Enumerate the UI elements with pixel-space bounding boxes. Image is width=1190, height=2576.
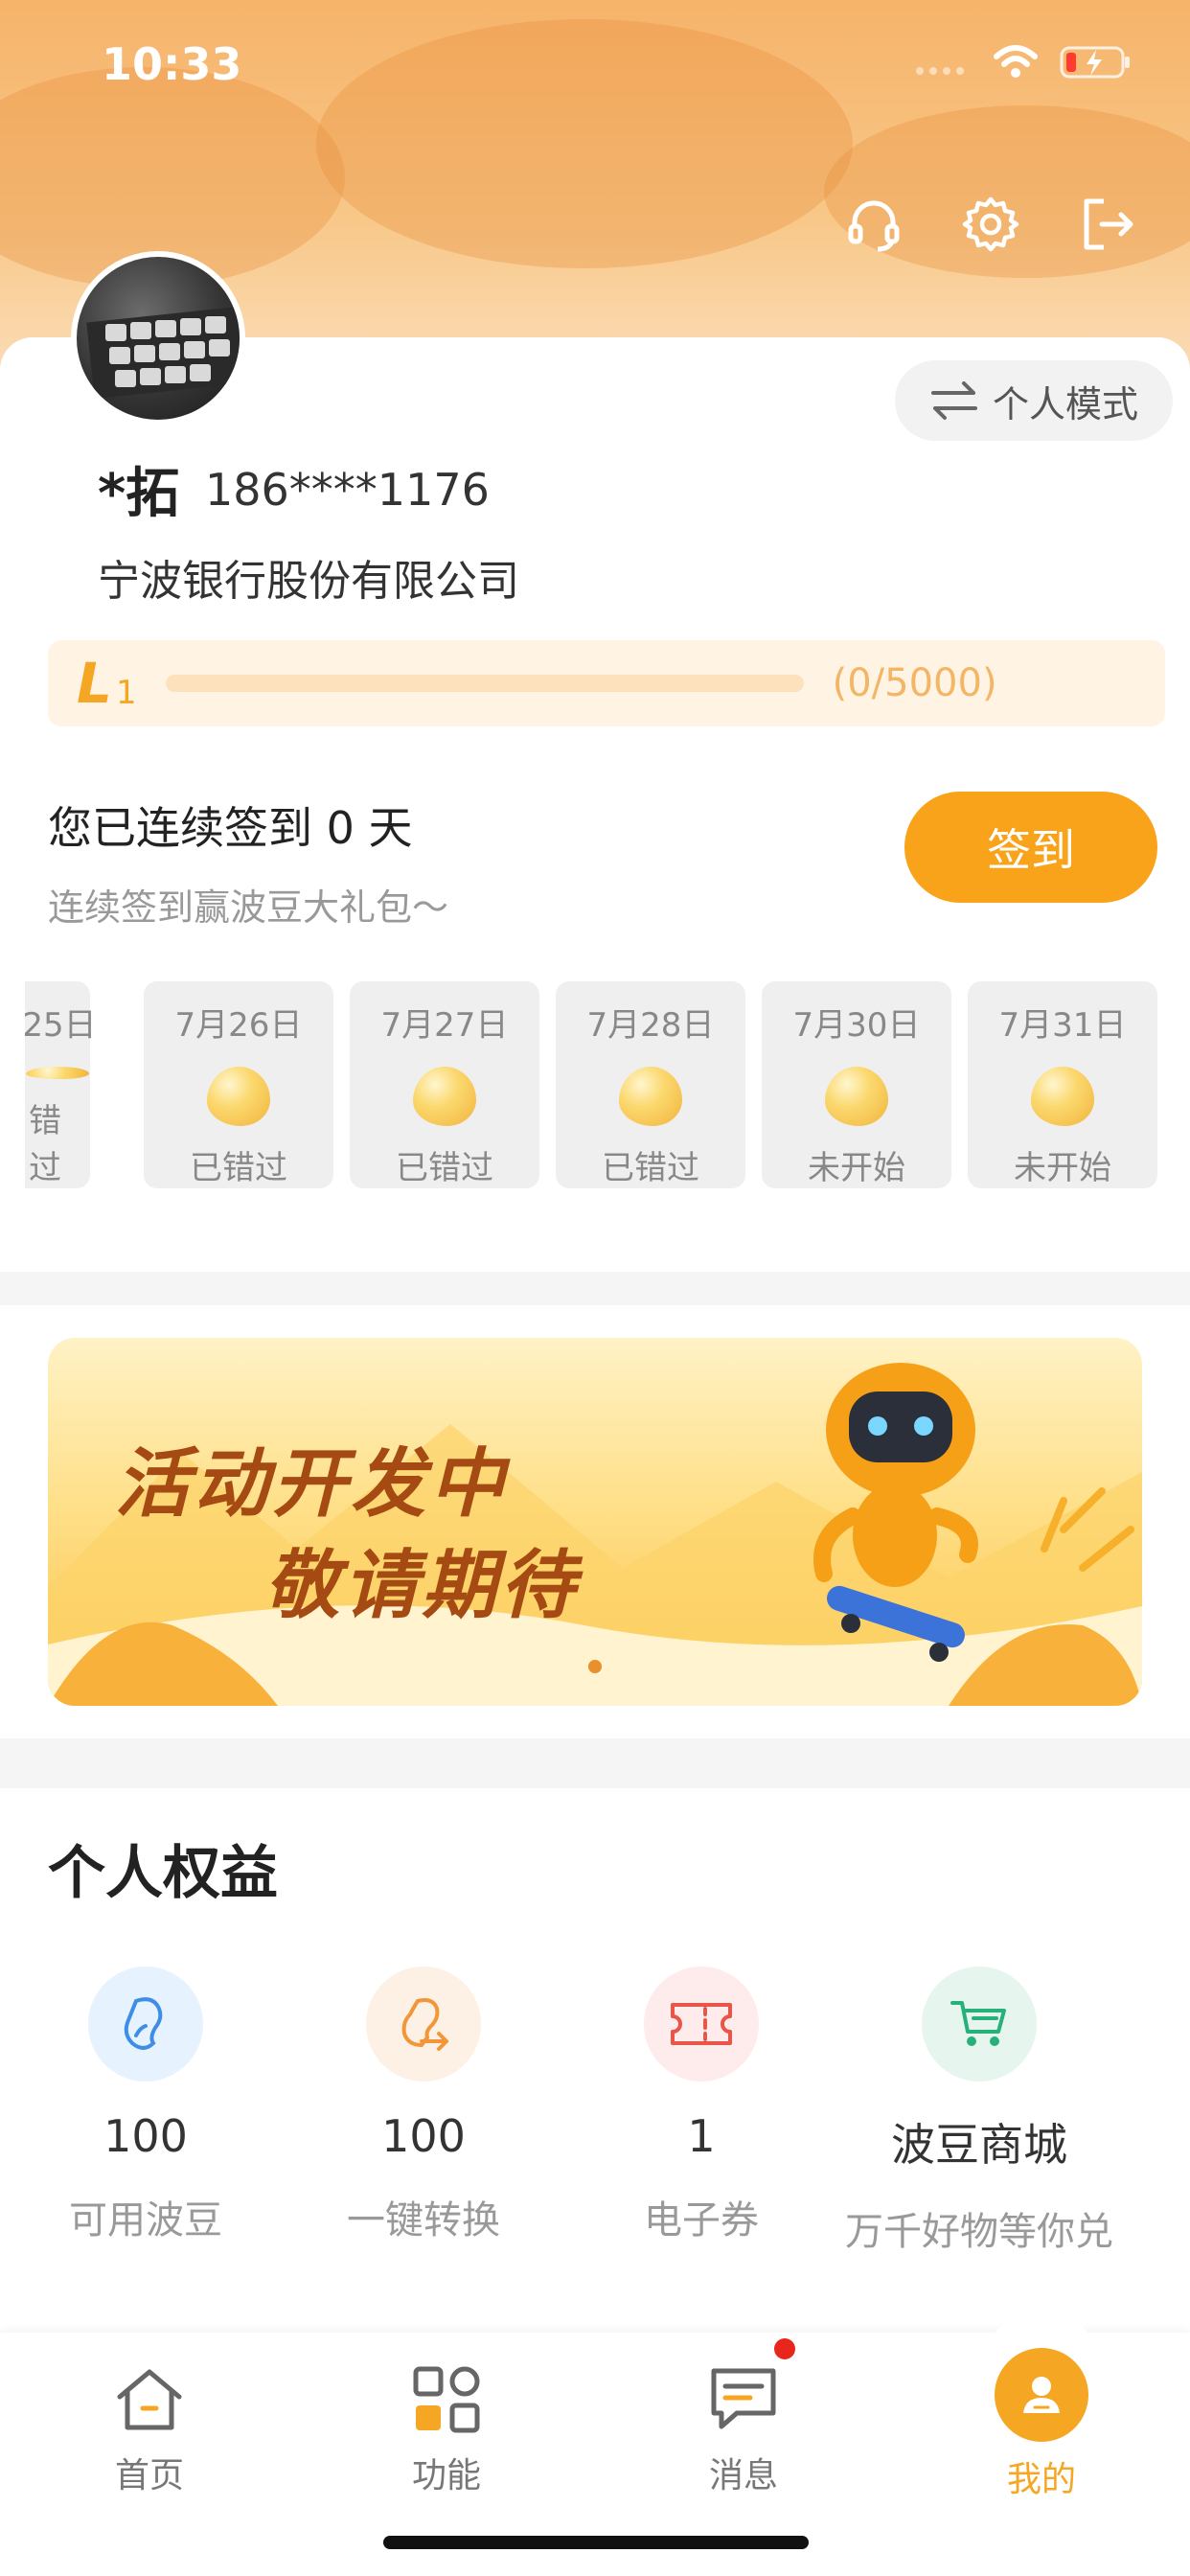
day-status: 未开始 <box>808 1149 905 1187</box>
convert-icon <box>366 1966 481 2082</box>
day-card: 25日 错过 <box>25 981 97 1188</box>
benefit-label: 一键转换 <box>347 2198 500 2242</box>
day-status: 已错过 <box>190 1149 287 1187</box>
bean-icon <box>88 1966 203 2082</box>
sign-in-subtitle: 连续签到赢波豆大礼包～ <box>48 886 449 929</box>
message-icon <box>705 2361 782 2438</box>
logout-icon[interactable] <box>1077 194 1138 255</box>
tab-label: 我的 <box>1006 2460 1076 2499</box>
bean-icon <box>825 1067 888 1126</box>
user-icon <box>995 2348 1088 2442</box>
tab-label: 消息 <box>708 2456 778 2496</box>
day-date: 7月30日 <box>792 1006 921 1045</box>
user-name: *拓 <box>98 463 180 525</box>
day-date: 7月27日 <box>380 1006 509 1045</box>
mode-label: 个人模式 <box>992 382 1138 426</box>
level-bar <box>165 675 804 692</box>
level-count: (0/5000) <box>832 661 997 705</box>
benefit-mall[interactable]: 波豆商城 万千好物等你兑 <box>835 1966 1123 2256</box>
home-indicator <box>383 2536 809 2549</box>
mode-switch-button[interactable]: 个人模式 <box>895 360 1173 441</box>
day-date: 7月31日 <box>998 1006 1127 1045</box>
benefit-label: 电子券 <box>644 2198 759 2242</box>
sign-in-button[interactable]: 签到 <box>904 792 1157 903</box>
cart-icon <box>922 1966 1037 2082</box>
bean-icon <box>207 1067 270 1126</box>
bean-icon <box>1031 1067 1094 1126</box>
benefits-title: 个人权益 <box>48 1840 278 1907</box>
banner-section: 活动开发中 敬请期待 <box>0 1305 1190 1738</box>
banner-pager-dot <box>588 1660 602 1673</box>
banner-line-1: 活动开发中 <box>115 1441 509 1528</box>
benefit-value: 波豆商城 <box>891 2119 1067 2171</box>
unread-badge <box>774 2338 795 2359</box>
benefit-beans[interactable]: 100 可用波豆 <box>2 1966 289 2244</box>
header-actions <box>843 194 1138 255</box>
day-status: 已错过 <box>602 1149 699 1187</box>
level-letter: L <box>77 651 112 716</box>
activity-banner[interactable]: 活动开发中 敬请期待 <box>48 1338 1142 1706</box>
tab-functions[interactable]: 功能 <box>351 2361 542 2497</box>
day-card: 7月28日 已错过 <box>556 981 745 1188</box>
headset-icon[interactable] <box>843 194 904 255</box>
bean-icon <box>619 1067 682 1126</box>
benefit-ticket[interactable]: 1 电子券 <box>558 1966 845 2244</box>
avatar[interactable] <box>71 251 245 426</box>
day-card: 7月30日 未开始 <box>762 981 951 1188</box>
user-phone: 186****1176 <box>205 464 490 516</box>
day-status: 错过 <box>29 1102 61 1187</box>
status-time: 10:33 <box>102 38 242 90</box>
level-progress: L 1 (0/5000) <box>48 640 1165 726</box>
battery-icon <box>1060 46 1130 79</box>
bean-icon <box>413 1067 476 1126</box>
wifi-icon <box>994 45 1038 78</box>
benefit-value: 100 <box>381 2110 466 2162</box>
benefits-section: 个人权益 100 可用波豆 100 一键转换 1 电子券 波豆商城 万千好物等你… <box>0 1788 1190 2344</box>
tab-label: 首页 <box>114 2456 184 2496</box>
sign-in-title: 您已连续签到 0 天 <box>48 802 413 854</box>
tab-messages[interactable]: 消息 <box>648 2361 839 2497</box>
map-decoration <box>316 19 853 268</box>
benefit-value: 1 <box>687 2110 716 2162</box>
banner-line-2: 敬请期待 <box>264 1543 580 1629</box>
benefit-label: 万千好物等你兑 <box>845 2210 1113 2254</box>
signal-icon <box>916 67 964 75</box>
day-date: 25日 <box>25 1006 97 1045</box>
level-number: 1 <box>115 674 137 712</box>
day-card: 7月31日 未开始 <box>968 981 1157 1188</box>
tab-me[interactable]: 我的 <box>946 2348 1137 2501</box>
day-status: 未开始 <box>1014 1149 1111 1187</box>
robot-icon <box>813 1363 978 1662</box>
day-card: 7月26日 已错过 <box>144 981 333 1188</box>
user-company: 宁波银行股份有限公司 <box>98 557 519 606</box>
sign-in-days[interactable]: 25日 错过 7月26日 已错过 7月27日 已错过 7月28日 已错过 7月3… <box>25 981 1190 1188</box>
apps-icon <box>408 2361 485 2438</box>
tab-label: 功能 <box>411 2456 481 2496</box>
benefit-label: 可用波豆 <box>69 2198 222 2242</box>
day-date: 7月28日 <box>586 1006 715 1045</box>
bean-icon <box>26 1067 89 1079</box>
day-card: 7月27日 已错过 <box>350 981 539 1188</box>
gear-icon[interactable] <box>960 194 1021 255</box>
status-icons <box>914 44 1133 80</box>
benefit-convert[interactable]: 100 一键转换 <box>280 1966 567 2244</box>
profile-card: 个人模式 *拓 186****1176 宁波银行股份有限公司 L 1 (0/50… <box>0 337 1190 1272</box>
tab-home[interactable]: 首页 <box>54 2361 245 2497</box>
home-icon <box>111 2361 188 2438</box>
benefit-value: 100 <box>103 2110 188 2162</box>
ticket-icon <box>644 1966 759 2082</box>
swap-icon <box>930 381 977 420</box>
day-date: 7月26日 <box>174 1006 303 1045</box>
day-status: 已错过 <box>396 1149 493 1187</box>
